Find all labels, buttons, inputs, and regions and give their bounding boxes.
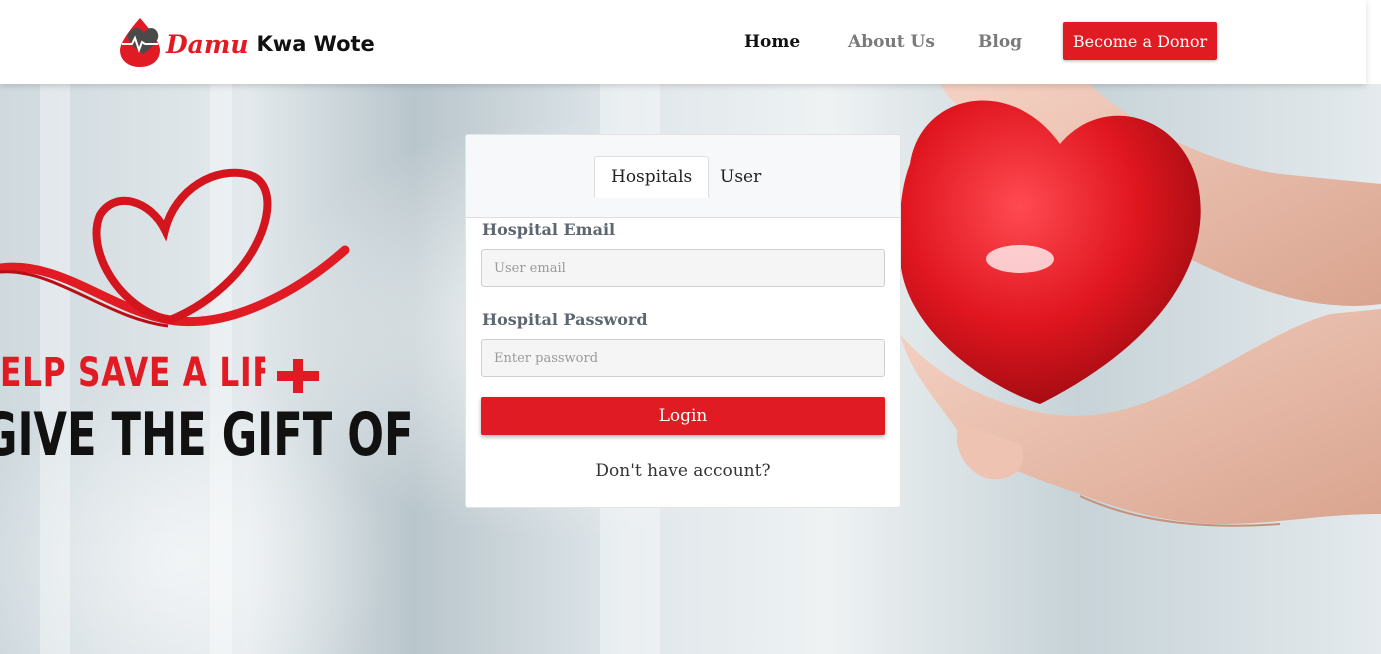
login-card: Hospitals User Hospital Email Hospital P… bbox=[465, 134, 901, 508]
hospital-email-label: Hospital Email bbox=[482, 220, 616, 239]
hospital-password-label: Hospital Password bbox=[482, 310, 648, 329]
red-cross-icon bbox=[277, 359, 319, 393]
ribbon-heart-icon bbox=[0, 168, 350, 328]
nav-link-blog[interactable]: Blog bbox=[978, 32, 1022, 52]
hospital-email-input[interactable] bbox=[481, 249, 885, 287]
promo-line-2: GIVE THE GIFT OF BLO bbox=[0, 400, 428, 470]
blood-drop-icon bbox=[120, 18, 160, 67]
nav-link-home[interactable]: Home bbox=[744, 32, 800, 52]
no-account-link[interactable]: Don't have account? bbox=[466, 461, 900, 481]
brand-name: Kwa Wote bbox=[256, 32, 375, 56]
promo-line-1: ELP SAVE A LIFE bbox=[0, 350, 265, 396]
brand-logo[interactable]: Damu Kwa Wote bbox=[118, 16, 375, 68]
become-donor-button[interactable]: Become a Donor bbox=[1063, 22, 1217, 60]
site-header: Damu Kwa Wote Home About Us Blog Become … bbox=[0, 0, 1366, 84]
nav-item-about: About Us bbox=[848, 0, 935, 84]
login-button[interactable]: Login bbox=[481, 397, 885, 435]
nav-item-blog: Blog bbox=[978, 0, 1022, 84]
nav-link-about[interactable]: About Us bbox=[848, 32, 935, 52]
login-tabs: Hospitals User bbox=[466, 135, 900, 218]
tab-hospitals[interactable]: Hospitals bbox=[594, 156, 710, 198]
hospital-password-input[interactable] bbox=[481, 339, 885, 377]
nav-item-home: Home bbox=[744, 0, 800, 84]
brand-script-name: Damu bbox=[166, 29, 249, 59]
page-edge bbox=[1366, 0, 1381, 84]
tab-user[interactable]: User bbox=[704, 156, 777, 198]
heart-in-hands-image bbox=[899, 84, 1381, 527]
